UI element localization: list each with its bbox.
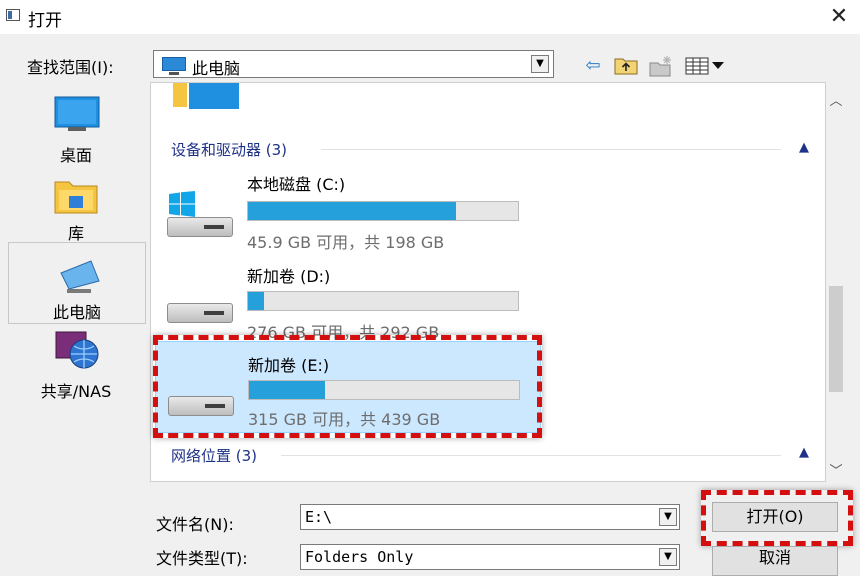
chevron-down-icon[interactable]: ▼ <box>531 55 549 73</box>
title-bar: 打开 ✕ <box>0 0 860 34</box>
drive-name: 本地磁盘 (C:) <box>247 175 346 194</box>
desktop-icon <box>54 96 100 131</box>
place-label: 桌面 <box>59 146 92 165</box>
place-network[interactable]: 共享/NAS <box>8 330 144 404</box>
up-folder-button[interactable] <box>614 55 638 77</box>
drive-usage-fill <box>248 292 265 310</box>
filename-input[interactable]: E:\ ▼ <box>300 504 680 530</box>
place-label: 共享/NAS <box>40 382 112 401</box>
hard-drive-icon <box>167 217 233 237</box>
view-menu-button[interactable] <box>684 55 730 77</box>
view-menu-icon <box>685 57 724 75</box>
hard-drive-icon <box>167 303 233 323</box>
window-title: 打开 <box>28 11 62 31</box>
filetype-value: Folders Only <box>305 548 414 566</box>
chevron-up-icon[interactable]: ▲ <box>799 140 809 155</box>
up-folder-icon <box>614 58 638 75</box>
filetype-label: 文件类型(T): <box>156 549 248 568</box>
chevron-up-icon[interactable]: ▲ <box>799 445 809 460</box>
back-arrow-icon[interactable]: ⇦ <box>582 55 604 77</box>
place-library[interactable]: 库 <box>8 174 144 243</box>
close-button[interactable]: ✕ <box>818 0 860 34</box>
new-folder-icon <box>649 56 671 77</box>
lookin-label: 查找范围(I): <box>27 58 114 77</box>
group-divider <box>281 455 781 456</box>
chevron-down-icon[interactable]: ▼ <box>659 508 677 526</box>
drive-usage-bar <box>247 201 519 221</box>
filename-value: E:\ <box>305 508 333 526</box>
scroll-down-icon[interactable]: ﹀ <box>826 460 846 480</box>
lookin-combo[interactable]: 此电脑 ▼ <box>153 50 554 78</box>
new-folder-button[interactable] <box>648 55 674 77</box>
place-label: 库 <box>67 224 84 243</box>
highlight-open-button <box>701 490 853 546</box>
highlight-drive-e <box>153 335 542 438</box>
group-header-devices[interactable]: 设备和驱动器 (3) <box>171 139 287 160</box>
drive-usage-fill <box>248 202 456 220</box>
cancel-button[interactable]: 取消 <box>712 546 838 576</box>
network-share-icon <box>55 331 99 369</box>
scroll-up-icon[interactable]: ︿ <box>826 90 846 110</box>
place-this-pc[interactable]: 此电脑 <box>8 242 146 324</box>
window-icon <box>6 9 20 21</box>
vertical-scrollbar[interactable]: ︿ ﹀ <box>826 82 846 482</box>
drive-free-space: 45.9 GB 可用，共 198 GB <box>247 233 445 252</box>
scroll-thumb[interactable] <box>829 286 843 392</box>
group-header-network[interactable]: 网络位置 (3) <box>171 445 257 466</box>
lookin-value: 此电脑 <box>192 59 241 78</box>
drive-c-row[interactable]: 本地磁盘 (C:) 45.9 GB 可用，共 198 GB <box>161 171 821 252</box>
computer-icon <box>162 57 186 75</box>
place-label: 此电脑 <box>52 303 101 322</box>
place-desktop[interactable]: 桌面 <box>8 96 144 166</box>
library-icon <box>54 181 98 214</box>
folder-icon <box>173 83 239 109</box>
filename-label: 文件名(N): <box>156 515 234 534</box>
drive-d-row[interactable]: 新加卷 (D:) 276 GB 可用，共 292 GB <box>161 257 821 342</box>
group-divider <box>321 149 781 150</box>
computer-icon <box>60 260 100 293</box>
chevron-down-icon[interactable]: ▼ <box>659 548 677 566</box>
drive-name: 新加卷 (D:) <box>247 267 331 286</box>
filetype-select[interactable]: Folders Only ▼ <box>300 544 680 570</box>
windows-logo-icon <box>169 191 195 217</box>
drive-usage-bar <box>247 291 519 311</box>
